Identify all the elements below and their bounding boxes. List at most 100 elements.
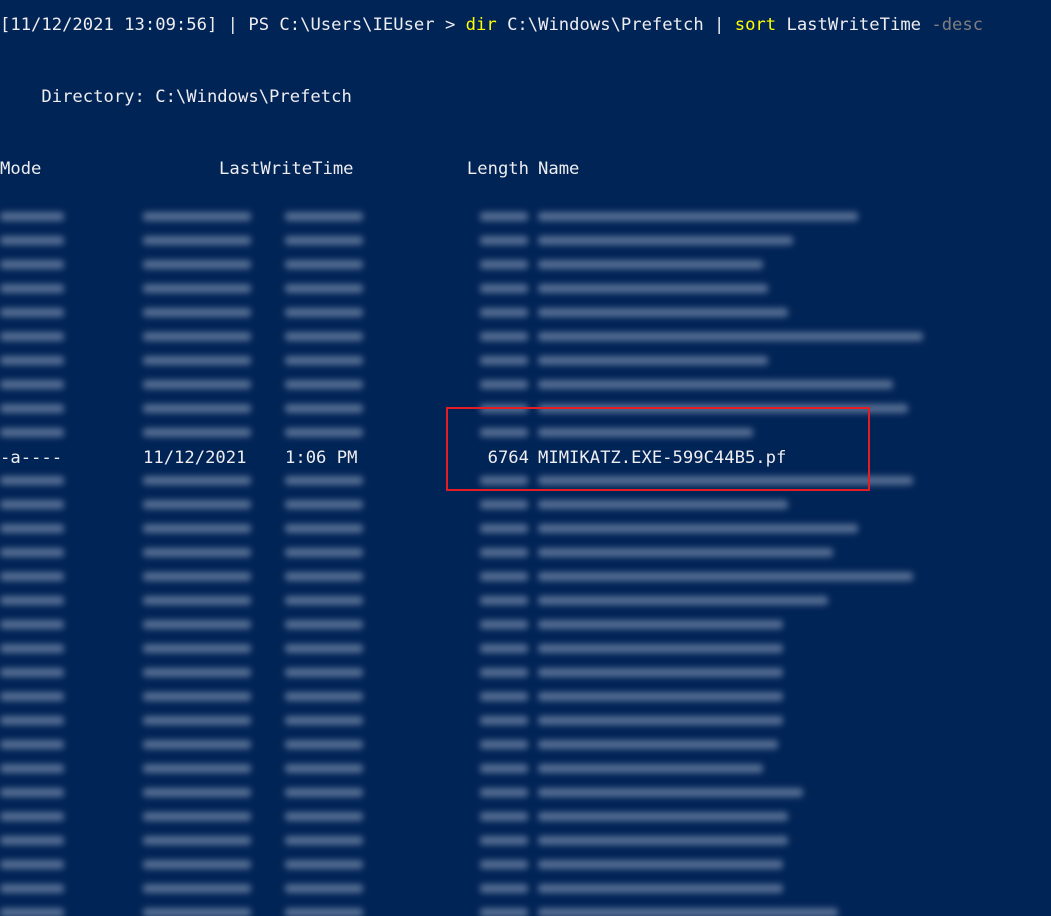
blurred-row	[0, 780, 1051, 804]
blurred-text	[538, 332, 923, 341]
blurred-text	[480, 644, 528, 653]
blurred-text	[143, 332, 251, 341]
blurred-text	[143, 380, 251, 389]
blurred-text	[480, 716, 528, 725]
blurred-text	[285, 332, 363, 341]
row-date: 11/12/2021	[143, 448, 247, 468]
blurred-text	[480, 836, 528, 845]
blurred-text	[480, 284, 528, 293]
blurred-text	[143, 500, 251, 509]
header-mode: Mode	[0, 159, 42, 179]
blurred-text	[538, 668, 783, 677]
blurred-text	[285, 764, 363, 773]
blurred-text	[285, 476, 363, 485]
blurred-text	[480, 548, 528, 557]
blurred-text	[0, 692, 64, 701]
blurred-text	[143, 644, 251, 653]
blurred-text	[480, 308, 528, 317]
blurred-text	[538, 620, 783, 629]
blurred-row	[0, 516, 1051, 540]
blurred-row	[0, 756, 1051, 780]
blurred-text	[0, 356, 64, 365]
blurred-row	[0, 564, 1051, 588]
blurred-text	[480, 524, 528, 533]
row-name: MIMIKATZ.EXE-599C44B5.pf	[538, 448, 787, 468]
blurred-text	[480, 428, 528, 437]
powershell-terminal[interactable]: [11/12/2021 13:09:56] | PS C:\Users\IEUs…	[0, 0, 1051, 916]
blurred-text	[285, 596, 363, 605]
blurred-row	[0, 876, 1051, 900]
blurred-text	[0, 740, 64, 749]
row-mode: -a----	[0, 448, 63, 468]
blurred-row	[0, 612, 1051, 636]
blurred-row	[0, 588, 1051, 612]
row-time: 1:06 PM	[285, 448, 358, 468]
blurred-text	[285, 356, 363, 365]
header-name: Name	[538, 159, 580, 179]
blurred-text	[285, 548, 363, 557]
command-pipe: |	[714, 15, 725, 35]
blurred-text	[143, 236, 251, 245]
directory-line: Directory: C:\Windows\Prefetch	[0, 87, 352, 107]
blurred-row	[0, 468, 1051, 492]
blurred-text	[538, 524, 858, 533]
blurred-row	[0, 300, 1051, 324]
blurred-text	[285, 500, 363, 509]
blurred-text	[480, 596, 528, 605]
blurred-text	[480, 500, 528, 509]
blurred-text	[143, 836, 251, 845]
blurred-text	[285, 260, 363, 269]
blurred-text	[285, 212, 363, 221]
blurred-text	[143, 788, 251, 797]
blurred-text	[538, 404, 908, 413]
blurred-row	[0, 828, 1051, 852]
blurred-text	[0, 404, 64, 413]
blurred-text	[538, 356, 768, 365]
blurred-text	[538, 236, 793, 245]
blurred-text	[143, 572, 251, 581]
blurred-text	[538, 260, 763, 269]
blurred-text	[480, 404, 528, 413]
command-line: [11/12/2021 13:09:56] | PS C:\Users\IEUs…	[0, 13, 983, 37]
blurred-text	[143, 212, 251, 221]
table-row-highlighted[interactable]: -a---- 11/12/2021 1:06 PM 6764 MIMIKATZ.…	[0, 446, 1051, 470]
blurred-text	[285, 788, 363, 797]
command-sort-flag: -desc	[931, 15, 984, 35]
blurred-text	[143, 524, 251, 533]
blurred-text	[538, 812, 788, 821]
blurred-text	[143, 260, 251, 269]
blurred-text	[480, 356, 528, 365]
blurred-row	[0, 348, 1051, 372]
blurred-row	[0, 228, 1051, 252]
blurred-text	[480, 860, 528, 869]
blurred-text	[143, 668, 251, 677]
blurred-text	[480, 812, 528, 821]
blurred-row	[0, 636, 1051, 660]
blurred-text	[538, 716, 783, 725]
command-sort-argument: LastWriteTime	[776, 15, 932, 35]
blurred-row	[0, 684, 1051, 708]
prompt-timestamp: [11/12/2021 13:09:56]	[0, 15, 218, 35]
blurred-text	[538, 908, 838, 916]
blurred-text	[480, 572, 528, 581]
blurred-text	[285, 644, 363, 653]
blurred-row	[0, 804, 1051, 828]
blurred-row	[0, 324, 1051, 348]
blurred-text	[538, 596, 828, 605]
row-length: 6764	[487, 448, 529, 468]
blurred-text	[538, 212, 858, 221]
blurred-text	[538, 740, 778, 749]
table-header: Mode LastWriteTime Length Name	[0, 157, 1051, 181]
blurred-text	[538, 548, 833, 557]
blurred-text	[480, 236, 528, 245]
blurred-text	[285, 668, 363, 677]
blurred-text	[285, 572, 363, 581]
blurred-text	[143, 404, 251, 413]
blurred-text	[480, 260, 528, 269]
blurred-text	[480, 620, 528, 629]
blurred-text	[143, 716, 251, 725]
blurred-text	[143, 692, 251, 701]
blurred-text	[0, 332, 64, 341]
blurred-text	[538, 836, 788, 845]
blurred-row	[0, 396, 1051, 420]
